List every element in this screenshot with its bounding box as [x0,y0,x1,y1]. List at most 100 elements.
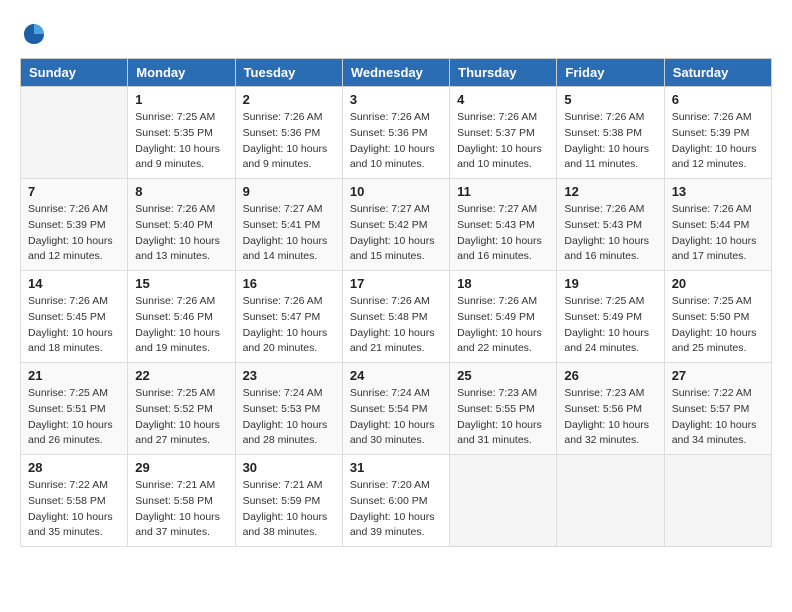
day-number: 31 [350,460,442,475]
column-header-monday: Monday [128,59,235,87]
calendar-cell: 21 Sunrise: 7:25 AM Sunset: 5:51 PM Dayli… [21,363,128,455]
day-number: 27 [672,368,764,383]
calendar-cell [450,455,557,547]
day-number: 25 [457,368,549,383]
day-number: 20 [672,276,764,291]
calendar-cell: 9 Sunrise: 7:27 AM Sunset: 5:41 PM Daylig… [235,179,342,271]
calendar-cell: 16 Sunrise: 7:26 AM Sunset: 5:47 PM Dayli… [235,271,342,363]
calendar-cell: 28Sunrise: 7:22 AM Sunset: 5:58 PM Dayli… [21,455,128,547]
day-info: Sunrise: 7:25 AM Sunset: 5:52 PM Dayligh… [135,386,227,449]
day-number: 2 [243,92,335,107]
calendar-cell: 5 Sunrise: 7:26 AM Sunset: 5:38 PM Daylig… [557,87,664,179]
calendar-cell: 2 Sunrise: 7:26 AM Sunset: 5:36 PM Daylig… [235,87,342,179]
column-header-thursday: Thursday [450,59,557,87]
calendar-cell: 29 Sunrise: 7:21 AM Sunset: 5:58 PM Dayli… [128,455,235,547]
day-info: Sunrise: 7:25 AM Sunset: 5:35 PM Dayligh… [135,110,227,173]
day-number: 4 [457,92,549,107]
logo-icon [20,20,48,48]
calendar-cell: 1 Sunrise: 7:25 AM Sunset: 5:35 PM Daylig… [128,87,235,179]
day-info: Sunrise: 7:26 AM Sunset: 5:39 PM Dayligh… [672,110,764,173]
day-number: 24 [350,368,442,383]
day-number: 14 [28,276,120,291]
day-number: 30 [243,460,335,475]
column-header-sunday: Sunday [21,59,128,87]
day-info: Sunrise: 7:21 AM Sunset: 5:58 PM Dayligh… [135,478,227,541]
day-info: Sunrise: 7:26 AM Sunset: 5:40 PM Dayligh… [135,202,227,265]
day-number: 19 [564,276,656,291]
day-number: 6 [672,92,764,107]
calendar-cell [557,455,664,547]
calendar-cell: 18 Sunrise: 7:26 AM Sunset: 5:49 PM Dayli… [450,271,557,363]
day-number: 9 [243,184,335,199]
week-row-1: 1 Sunrise: 7:25 AM Sunset: 5:35 PM Daylig… [21,87,772,179]
week-row-4: 21 Sunrise: 7:25 AM Sunset: 5:51 PM Dayli… [21,363,772,455]
calendar-cell [664,455,771,547]
column-header-wednesday: Wednesday [342,59,449,87]
day-info: Sunrise: 7:27 AM Sunset: 5:42 PM Dayligh… [350,202,442,265]
calendar-cell: 23 Sunrise: 7:24 AM Sunset: 5:53 PM Dayli… [235,363,342,455]
calendar-cell: 17 Sunrise: 7:26 AM Sunset: 5:48 PM Dayli… [342,271,449,363]
day-number: 23 [243,368,335,383]
calendar-cell: 3 Sunrise: 7:26 AM Sunset: 5:36 PM Daylig… [342,87,449,179]
week-row-3: 14 Sunrise: 7:26 AM Sunset: 5:45 PM Dayli… [21,271,772,363]
day-info: Sunrise: 7:25 AM Sunset: 5:51 PM Dayligh… [28,386,120,449]
day-info: Sunrise: 7:26 AM Sunset: 5:49 PM Dayligh… [457,294,549,357]
day-info: Sunrise: 7:22 AM Sunset: 5:57 PM Dayligh… [672,386,764,449]
calendar-cell: 13 Sunrise: 7:26 AM Sunset: 5:44 PM Dayli… [664,179,771,271]
day-info: Sunrise: 7:26 AM Sunset: 5:45 PM Dayligh… [28,294,120,357]
calendar-cell: 30 Sunrise: 7:21 AM Sunset: 5:59 PM Dayli… [235,455,342,547]
calendar-cell: 20Sunrise: 7:25 AM Sunset: 5:50 PM Dayli… [664,271,771,363]
day-number: 21 [28,368,120,383]
day-info: Sunrise: 7:21 AM Sunset: 5:59 PM Dayligh… [243,478,335,541]
column-header-friday: Friday [557,59,664,87]
calendar-table: SundayMondayTuesdayWednesdayThursdayFrid… [20,58,772,547]
calendar-cell: 11 Sunrise: 7:27 AM Sunset: 5:43 PM Dayli… [450,179,557,271]
day-number: 16 [243,276,335,291]
day-info: Sunrise: 7:26 AM Sunset: 5:43 PM Dayligh… [564,202,656,265]
day-info: Sunrise: 7:26 AM Sunset: 5:44 PM Dayligh… [672,202,764,265]
day-number: 29 [135,460,227,475]
calendar-cell: 26Sunrise: 7:23 AM Sunset: 5:56 PM Dayli… [557,363,664,455]
calendar-cell: 27 Sunrise: 7:22 AM Sunset: 5:57 PM Dayli… [664,363,771,455]
day-number: 3 [350,92,442,107]
calendar-cell: 14 Sunrise: 7:26 AM Sunset: 5:45 PM Dayli… [21,271,128,363]
day-info: Sunrise: 7:24 AM Sunset: 5:53 PM Dayligh… [243,386,335,449]
calendar-cell: 31Sunrise: 7:20 AM Sunset: 6:00 PM Dayli… [342,455,449,547]
day-info: Sunrise: 7:26 AM Sunset: 5:36 PM Dayligh… [243,110,335,173]
calendar-cell: 4 Sunrise: 7:26 AM Sunset: 5:37 PM Daylig… [450,87,557,179]
day-number: 22 [135,368,227,383]
calendar-cell: 19Sunrise: 7:25 AM Sunset: 5:49 PM Dayli… [557,271,664,363]
day-info: Sunrise: 7:26 AM Sunset: 5:36 PM Dayligh… [350,110,442,173]
day-info: Sunrise: 7:27 AM Sunset: 5:43 PM Dayligh… [457,202,549,265]
day-info: Sunrise: 7:26 AM Sunset: 5:48 PM Dayligh… [350,294,442,357]
day-number: 13 [672,184,764,199]
day-info: Sunrise: 7:26 AM Sunset: 5:37 PM Dayligh… [457,110,549,173]
day-number: 17 [350,276,442,291]
column-header-saturday: Saturday [664,59,771,87]
column-header-tuesday: Tuesday [235,59,342,87]
day-info: Sunrise: 7:26 AM Sunset: 5:38 PM Dayligh… [564,110,656,173]
day-number: 10 [350,184,442,199]
day-info: Sunrise: 7:24 AM Sunset: 5:54 PM Dayligh… [350,386,442,449]
calendar-cell: 10 Sunrise: 7:27 AM Sunset: 5:42 PM Dayli… [342,179,449,271]
day-number: 18 [457,276,549,291]
day-number: 8 [135,184,227,199]
day-info: Sunrise: 7:26 AM Sunset: 5:47 PM Dayligh… [243,294,335,357]
calendar-header-row: SundayMondayTuesdayWednesdayThursdayFrid… [21,59,772,87]
day-number: 26 [564,368,656,383]
day-number: 1 [135,92,227,107]
calendar-cell: 25 Sunrise: 7:23 AM Sunset: 5:55 PM Dayli… [450,363,557,455]
calendar-cell: 7Sunrise: 7:26 AM Sunset: 5:39 PM Daylig… [21,179,128,271]
day-number: 11 [457,184,549,199]
week-row-5: 28Sunrise: 7:22 AM Sunset: 5:58 PM Dayli… [21,455,772,547]
week-row-2: 7Sunrise: 7:26 AM Sunset: 5:39 PM Daylig… [21,179,772,271]
logo [20,20,52,48]
day-number: 12 [564,184,656,199]
calendar-cell: 15Sunrise: 7:26 AM Sunset: 5:46 PM Dayli… [128,271,235,363]
day-number: 7 [28,184,120,199]
calendar-cell: 24 Sunrise: 7:24 AM Sunset: 5:54 PM Dayli… [342,363,449,455]
calendar-cell: 22 Sunrise: 7:25 AM Sunset: 5:52 PM Dayli… [128,363,235,455]
day-number: 5 [564,92,656,107]
day-info: Sunrise: 7:27 AM Sunset: 5:41 PM Dayligh… [243,202,335,265]
day-info: Sunrise: 7:23 AM Sunset: 5:55 PM Dayligh… [457,386,549,449]
